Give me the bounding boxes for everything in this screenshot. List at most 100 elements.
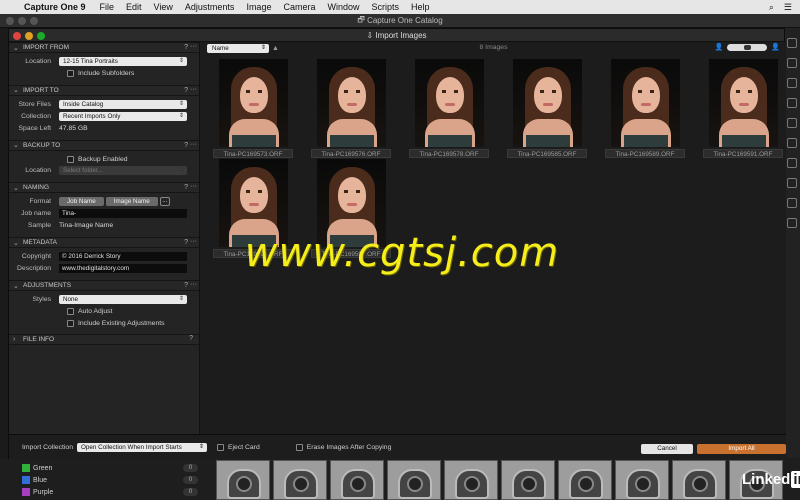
thumbnail[interactable]: Tina-PC169573.ORF	[209, 59, 299, 159]
location-select[interactable]: 12-15 Tina Portraits ⇕	[59, 57, 187, 67]
cancel-button[interactable]: Cancel	[641, 444, 693, 454]
zoom-icon[interactable]	[30, 17, 38, 25]
filmstrip-thumbnail[interactable]	[672, 460, 726, 500]
filmstrip-thumbnail[interactable]	[216, 460, 270, 500]
chevron-down-icon[interactable]: ⌄	[13, 86, 23, 94]
menu-image[interactable]: Image	[246, 2, 271, 12]
thumbnail[interactable]: Tina-PC169589.ORF	[601, 59, 691, 159]
list-item[interactable]: Green 0	[22, 462, 212, 474]
updown-icon: ⇕	[178, 296, 184, 303]
search-icon[interactable]: ⌕	[769, 2, 774, 13]
chevron-down-icon[interactable]: ⌄	[13, 282, 23, 290]
help-icon[interactable]: ?	[189, 335, 193, 342]
menu-view[interactable]: View	[154, 2, 173, 12]
filmstrip-thumbnail[interactable]	[558, 460, 612, 500]
more-icon[interactable]: ···	[190, 43, 197, 50]
format-token-job-name[interactable]: Job Name	[59, 197, 104, 207]
tool-icon[interactable]	[787, 38, 797, 48]
filmstrip-thumbnail[interactable]	[387, 460, 441, 500]
help-icon[interactable]: ?	[184, 142, 188, 149]
menu-scripts[interactable]: Scripts	[371, 2, 399, 12]
thumbnail[interactable]: Tina-PC169585.ORF	[503, 59, 593, 159]
tool-icon[interactable]	[787, 158, 797, 168]
zoom-icon[interactable]	[37, 31, 45, 40]
import-collection-value: Open Collection When Import Starts	[81, 444, 182, 451]
store-files-select[interactable]: Inside Catalog ⇕	[59, 99, 187, 109]
help-icon[interactable]: ?	[184, 44, 188, 51]
help-icon[interactable]: ?	[184, 87, 188, 94]
tool-icon[interactable]	[787, 218, 797, 228]
erase-images-checkbox[interactable]	[295, 444, 303, 451]
format-token-image-name[interactable]: Image Name	[105, 197, 158, 207]
section-backup-to[interactable]: ⌄ BACKUP TO ? ···	[9, 139, 199, 151]
thumbnail[interactable]: Tina-PC169578.ORF	[405, 59, 495, 159]
include-existing-checkbox[interactable]	[67, 319, 74, 327]
filmstrip-thumbnail[interactable]	[444, 460, 498, 500]
styles-select[interactable]: None ⇕	[59, 295, 187, 305]
chevron-down-icon[interactable]: ⌄	[13, 239, 23, 247]
menu-file[interactable]: File	[100, 2, 115, 12]
include-subfolders-checkbox[interactable]	[67, 70, 74, 78]
more-icon[interactable]: ···	[190, 183, 197, 190]
import-collection-select[interactable]: Open Collection When Import Starts ⇕	[77, 443, 207, 452]
menu-app-name[interactable]: Capture One 9	[24, 2, 86, 12]
minimize-icon[interactable]	[25, 31, 33, 40]
menu-camera[interactable]: Camera	[283, 2, 315, 12]
job-name-input[interactable]: Tina-	[59, 209, 187, 219]
tool-icon[interactable]	[787, 198, 797, 208]
help-icon[interactable]: ?	[184, 282, 188, 289]
thumbnail[interactable]: Tina-PC169576.ORF	[307, 59, 397, 159]
filmstrip-thumbnail[interactable]	[615, 460, 669, 500]
collection-select[interactable]: Recent Imports Only ⇕	[59, 111, 187, 121]
more-icon[interactable]: ···	[190, 86, 197, 93]
thumbnail-size-slider[interactable]	[727, 43, 768, 51]
copyright-input[interactable]: © 2016 Derrick Story	[59, 252, 187, 262]
space-left-value: 47.85 GB	[59, 124, 88, 132]
menu-edit[interactable]: Edit	[126, 2, 142, 12]
backup-location-select[interactable]: Select folder... ⇕	[59, 166, 187, 176]
filmstrip-thumbnail[interactable]	[273, 460, 327, 500]
section-adjustments[interactable]: ⌄ ADJUSTMENTS ? ···	[9, 280, 199, 291]
more-icon[interactable]: ···	[190, 238, 197, 245]
person-small-icon[interactable]: 👤	[715, 43, 724, 51]
person-large-icon[interactable]: 👤	[771, 43, 780, 51]
chevron-down-icon[interactable]: ⌄	[13, 184, 23, 192]
section-import-from[interactable]: ⌄ IMPORT FROM ? ···	[9, 42, 199, 53]
minimize-icon[interactable]	[18, 17, 26, 25]
list-item[interactable]: Blue 0	[22, 474, 212, 486]
description-input[interactable]: www.thedigitalstory.com	[59, 264, 187, 274]
more-icon[interactable]: ···	[190, 281, 197, 288]
backup-enabled-checkbox[interactable]	[67, 155, 74, 163]
eject-card-checkbox[interactable]	[217, 444, 224, 451]
job-name-label: Job name	[21, 210, 51, 218]
format-more-button[interactable]: ...	[159, 197, 170, 207]
list-icon[interactable]: ☰	[784, 2, 792, 13]
more-icon[interactable]: ···	[190, 141, 197, 148]
section-naming[interactable]: ⌄ NAMING ? ···	[9, 182, 199, 193]
filmstrip-thumbnail[interactable]	[501, 460, 555, 500]
section-file-info[interactable]: › FILE INFO ?	[9, 334, 199, 345]
help-icon[interactable]: ?	[184, 239, 188, 246]
filmstrip-thumbnail[interactable]	[330, 460, 384, 500]
chevron-down-icon[interactable]: ⌄	[13, 44, 23, 52]
tool-icon[interactable]	[787, 178, 797, 188]
section-import-to[interactable]: ⌄ IMPORT TO ? ···	[9, 84, 199, 96]
import-all-button[interactable]: Import All	[697, 444, 786, 454]
thumbnail[interactable]: Tina-PC169591.ORF	[699, 59, 789, 159]
close-icon[interactable]	[13, 31, 21, 40]
list-item[interactable]: Purple 0	[22, 486, 212, 498]
menu-adjustments[interactable]: Adjustments	[185, 2, 235, 12]
close-icon[interactable]	[6, 17, 14, 25]
chevron-right-icon[interactable]: ›	[13, 336, 23, 343]
chevron-down-icon[interactable]: ⌄	[13, 141, 23, 149]
styles-row: Styles None ⇕	[9, 294, 199, 306]
menu-window[interactable]: Window	[327, 2, 359, 12]
job-name-row: Job name Tina-	[9, 208, 199, 220]
auto-adjust-checkbox[interactable]	[67, 308, 74, 316]
menu-help[interactable]: Help	[411, 2, 430, 12]
catalog-window-title: Capture One Catalog	[367, 16, 443, 25]
help-icon[interactable]: ?	[184, 184, 188, 191]
slider-handle[interactable]	[743, 43, 753, 51]
section-metadata[interactable]: ⌄ METADATA ? ···	[9, 237, 199, 248]
linkedin-text: Linked	[742, 471, 791, 488]
